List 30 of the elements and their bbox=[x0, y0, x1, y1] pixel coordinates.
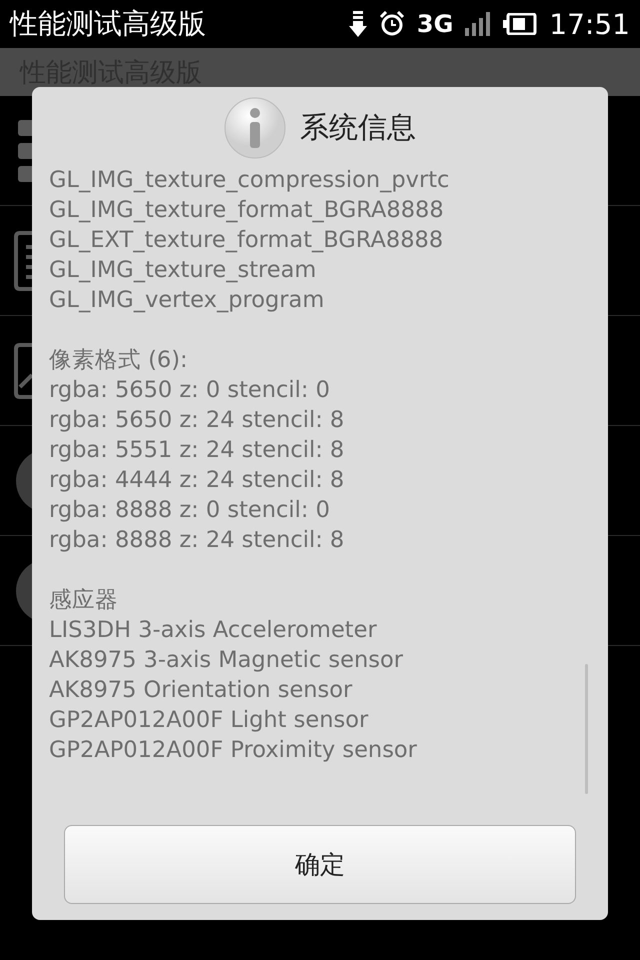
info-line: rgba: 5650 z: 24 stencil: 8 bbox=[49, 406, 346, 435]
ok-button[interactable]: 确定 bbox=[64, 825, 576, 904]
info-line: rgba: 5551 z: 24 stencil: 8 bbox=[49, 436, 346, 465]
status-bar-title: 性能测试高级版 bbox=[10, 6, 207, 42]
info-line: AK8975 Orientation sensor bbox=[49, 676, 354, 705]
info-line: GP2AP012A00F Proximity sensor bbox=[49, 736, 418, 765]
info-line: LIS3DH 3-axis Accelerometer bbox=[49, 616, 378, 645]
info-line: AK8975 3-axis Magnetic sensor bbox=[49, 646, 404, 675]
battery-icon bbox=[503, 13, 538, 35]
clock-time: 17:51 bbox=[549, 8, 630, 40]
info-line: rgba: 4444 z: 24 stencil: 8 bbox=[49, 466, 346, 495]
alarm-clock-icon bbox=[378, 11, 405, 37]
info-line: rgba: 5650 z: 0 stencil: 0 bbox=[49, 376, 331, 405]
section-heading: 像素格式 (6): bbox=[49, 346, 189, 375]
signal-icon bbox=[465, 12, 492, 36]
download-icon bbox=[348, 11, 367, 37]
document-icon bbox=[14, 230, 32, 290]
section-heading: 感应器 bbox=[49, 586, 119, 615]
info-line: rgba: 8888 z: 0 stencil: 0 bbox=[49, 496, 331, 525]
info-line: GL_IMG_texture_format_BGRA8888 bbox=[49, 196, 445, 225]
picture-icon bbox=[14, 342, 32, 398]
dialog-title: 系统信息 bbox=[300, 109, 416, 146]
info-line: GP2AP012A00F Light sensor bbox=[49, 706, 370, 735]
info-line: rgba: 8888 z: 24 stencil: 8 bbox=[49, 526, 346, 555]
info-line: GL_IMG_texture_stream bbox=[49, 256, 318, 285]
info-line: GL_IMG_texture_compression_pvrtc bbox=[49, 166, 450, 195]
info-line: GL_IMG_vertex_program bbox=[49, 286, 326, 315]
info-line: GL_EXT_texture_format_BGRA8888 bbox=[49, 226, 444, 255]
network-type: 3G bbox=[416, 10, 454, 38]
info-icon bbox=[224, 97, 286, 159]
